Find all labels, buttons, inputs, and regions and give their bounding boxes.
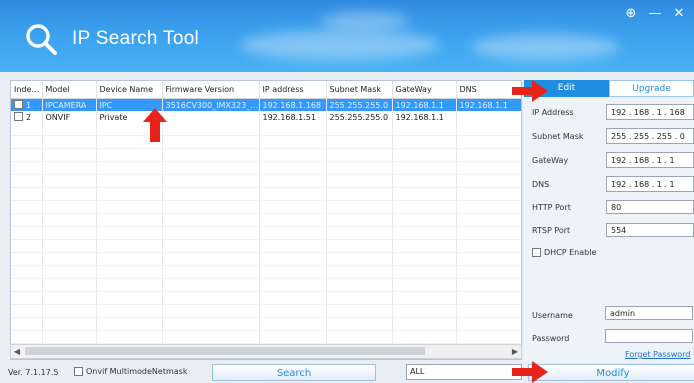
empty-row [11, 239, 521, 253]
scroll-right-icon[interactable]: ▶ [509, 345, 521, 358]
dhcp-enable-row: DHCP Enable [532, 248, 596, 257]
multimode-label: Onvif MultimodeNetmask [86, 367, 188, 376]
horizontal-scrollbar[interactable]: ◀ ▶ [10, 344, 522, 359]
model-cell: IPCAMERA [42, 98, 97, 111]
device-table: Inde… Model Device Name Firmware Version… [11, 81, 521, 357]
empty-row [11, 330, 521, 344]
empty-row [11, 265, 521, 279]
annotation-arrow-right-icon [512, 80, 548, 102]
empty-row [11, 304, 521, 318]
col-header-gateway[interactable]: GateWay [392, 81, 457, 99]
firmware-cell [162, 111, 260, 123]
table-header-row: Inde… Model Device Name Firmware Version… [11, 81, 521, 99]
row-checkbox[interactable] [14, 112, 23, 121]
annotation-arrow-right-icon [512, 361, 548, 383]
gateway-cell: 192.168.1.1 [392, 111, 457, 123]
http-port-label: HTTP Port [532, 203, 571, 212]
ip-address-field[interactable]: 192 . 168 . 1 . 168 [606, 104, 694, 120]
app-banner: IP Search Tool ⊕ — ✕ [0, 0, 694, 72]
edit-panel: Edit Upgrade IP Address 192 . 168 . 1 . … [524, 80, 694, 370]
app-title-group: IP Search Tool [24, 22, 199, 56]
minimize-icon[interactable]: — [648, 6, 662, 21]
gateway-field[interactable]: 192 . 168 . 1 . 1 [606, 152, 694, 168]
ip-cell: 192.168.1.51 [259, 111, 327, 123]
empty-row [11, 123, 521, 136]
table-row[interactable]: 2 ONVIF Private 192.168.1.51 255.255.255… [11, 111, 521, 123]
search-icon [26, 24, 57, 55]
empty-row [11, 278, 521, 292]
col-header-device-name[interactable]: Device Name [96, 81, 163, 99]
scroll-left-icon[interactable]: ◀ [11, 345, 23, 358]
device-list: Inde… Model Device Name Firmware Version… [10, 80, 522, 360]
empty-row [11, 174, 521, 188]
multimode-checkbox[interactable] [74, 367, 83, 376]
scroll-thumb[interactable] [25, 347, 425, 355]
col-header-firmware[interactable]: Firmware Version [162, 81, 260, 99]
subnet-mask-label: Subnet Mask [532, 132, 584, 141]
dns-cell [456, 111, 521, 123]
filter-select[interactable]: ALL [406, 364, 522, 380]
rtsp-port-label: RTSP Port [532, 226, 571, 235]
banner-cloud [240, 30, 440, 60]
row-index: 1 [26, 101, 32, 110]
mask-cell: 255.255.255.0 [326, 111, 393, 123]
empty-row [11, 135, 521, 149]
dns-label: DNS [532, 180, 550, 189]
row-index-cell: 1 [11, 98, 43, 111]
row-index: 2 [26, 113, 32, 122]
username-label: Username [532, 311, 573, 320]
table-row[interactable]: 1 IPCAMERA IPC 3516CV300_IMX323_… 192.16… [11, 98, 521, 111]
close-icon[interactable]: ✕ [672, 6, 686, 21]
empty-row [11, 317, 521, 331]
multimode-row: Onvif MultimodeNetmask [74, 367, 187, 376]
row-checkbox[interactable] [14, 100, 23, 109]
banner-cloud [470, 34, 620, 60]
col-header-ip[interactable]: IP address [259, 81, 327, 99]
empty-row [11, 200, 521, 214]
annotation-arrow-up-icon [143, 108, 167, 142]
banner-cloud [320, 12, 410, 30]
subnet-mask-field[interactable]: 255 . 255 . 255 . 0 [606, 128, 694, 144]
footer-bar: Ver. 7.1.17.5 Onvif MultimodeNetmask Sea… [0, 362, 694, 383]
ip-cell: 192.168.1.168 [259, 98, 327, 111]
model-cell: ONVIF [42, 111, 97, 123]
empty-rows [11, 123, 521, 357]
empty-row [11, 226, 521, 240]
dhcp-checkbox[interactable] [532, 248, 541, 257]
col-header-index[interactable]: Inde… [11, 81, 43, 99]
row-index-cell: 2 [11, 111, 43, 123]
col-header-mask[interactable]: Subnet Mask [326, 81, 393, 99]
gateway-label: GateWay [532, 156, 569, 165]
gateway-cell: 192.168.1.1 [392, 98, 457, 111]
empty-row [11, 291, 521, 305]
empty-row [11, 252, 521, 266]
search-button[interactable]: Search [212, 364, 376, 381]
empty-row [11, 213, 521, 227]
empty-row [11, 161, 521, 175]
tab-upgrade[interactable]: Upgrade [609, 80, 694, 97]
col-header-model[interactable]: Model [42, 81, 97, 99]
username-field[interactable]: admin [605, 306, 693, 320]
app-title: IP Search Tool [72, 28, 200, 49]
settings-icon[interactable]: ⊕ [624, 6, 638, 21]
empty-row [11, 187, 521, 201]
version-label: Ver. 7.1.17.5 [8, 368, 59, 377]
mask-cell: 255.255.255.0 [326, 98, 393, 111]
rtsp-port-field[interactable]: 554 [606, 223, 694, 237]
forgot-password-link[interactable]: Forget Password [625, 350, 690, 359]
password-label: Password [532, 334, 570, 343]
dhcp-label: DHCP Enable [544, 248, 597, 257]
dns-field[interactable]: 192 . 168 . 1 . 1 [606, 176, 694, 192]
modify-button[interactable]: Modify [528, 364, 694, 381]
window-controls: ⊕ — ✕ [624, 6, 686, 21]
http-port-field[interactable]: 80 [606, 200, 694, 214]
password-field[interactable] [605, 329, 693, 343]
firmware-cell: 3516CV300_IMX323_… [162, 98, 260, 111]
empty-row [11, 148, 521, 162]
ip-address-label: IP Address [532, 108, 574, 117]
